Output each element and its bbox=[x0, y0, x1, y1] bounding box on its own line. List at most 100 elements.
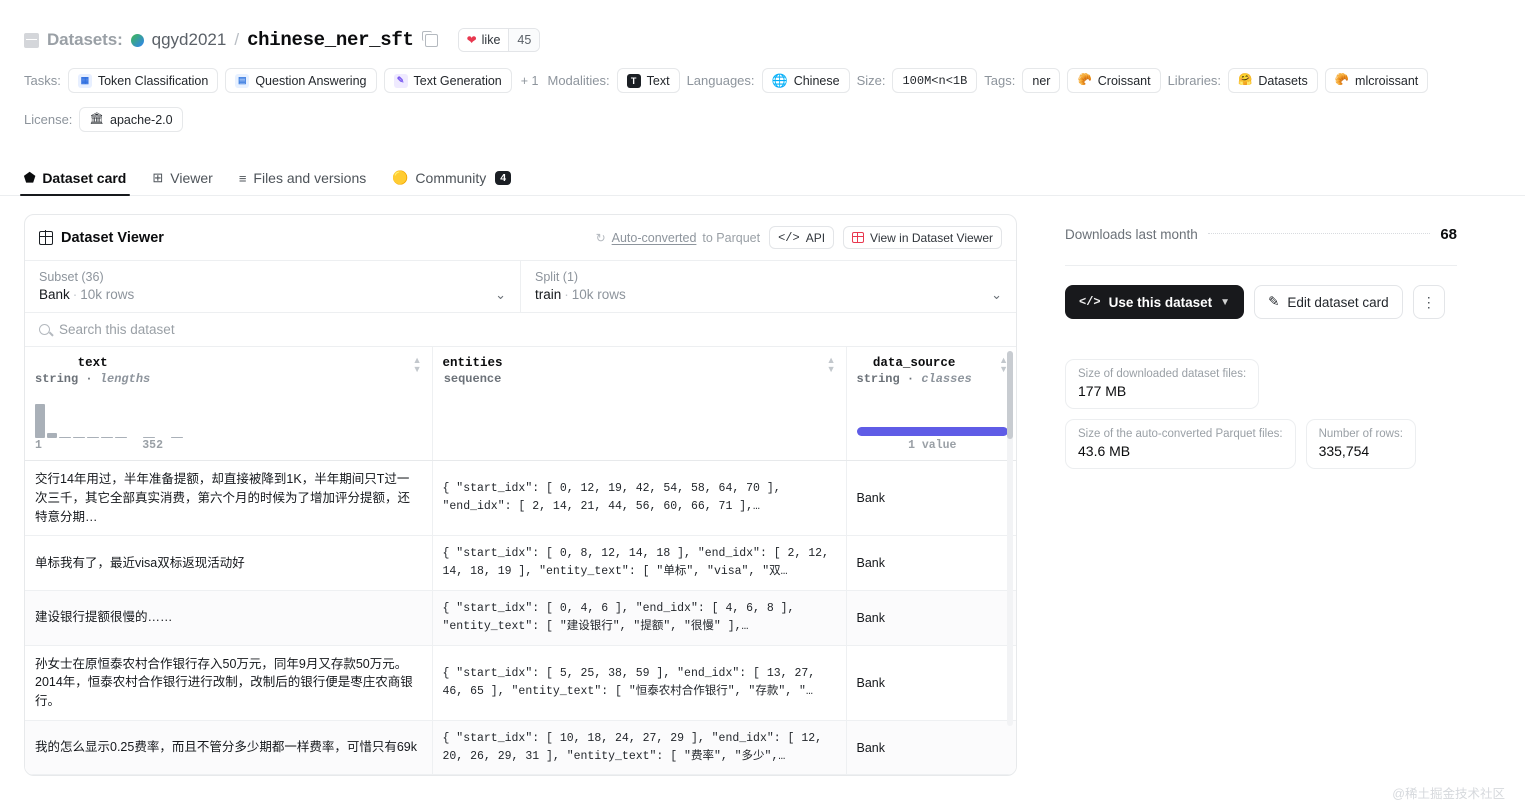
chevron-down-icon: ▼ bbox=[1220, 296, 1231, 308]
repo-name[interactable]: chinese_ner_sft bbox=[247, 29, 414, 51]
viewer-title: Dataset Viewer bbox=[38, 229, 164, 246]
datasets-label: Datasets: bbox=[47, 30, 123, 49]
like-control: ❤ like 45 bbox=[457, 28, 541, 52]
task-label: Token Classification bbox=[97, 73, 209, 88]
viewer-title-label: Dataset Viewer bbox=[61, 229, 164, 246]
cell-data-source: Bank bbox=[846, 645, 1016, 721]
task-label: Question Answering bbox=[255, 73, 367, 88]
language-pill-chinese[interactable]: 🌐 Chinese bbox=[761, 68, 850, 93]
subset-rows: 10k rows bbox=[80, 287, 135, 302]
cell-text: 利率不错，可以撸 bbox=[25, 774, 433, 775]
table-row[interactable]: 我的怎么显示0.25费率，而且不管分多少期都一样费率，可惜只有69k { "st… bbox=[25, 720, 1016, 775]
tab-dataset-card[interactable]: ⬟ Dataset card bbox=[19, 170, 131, 196]
tab-viewer[interactable]: ⊞ Viewer bbox=[152, 170, 212, 195]
column-header-entities[interactable]: entities sequence ▲ ▼ bbox=[432, 347, 847, 461]
cell-data-source: Bank bbox=[846, 720, 1016, 775]
stat-value: 177 MB bbox=[1078, 383, 1127, 399]
sort-icon[interactable]: ▲ ▼ bbox=[827, 355, 836, 375]
modality-label: Text bbox=[646, 73, 670, 88]
library-pill-datasets[interactable]: 🤗 Datasets bbox=[1228, 68, 1318, 93]
column-subtype: lengths bbox=[99, 372, 151, 386]
divider bbox=[1065, 265, 1457, 266]
hugging-face-icon: 🤗 bbox=[1238, 73, 1253, 86]
libraries-label: Libraries: bbox=[1167, 73, 1222, 88]
stat-card-number-of-rows: Number of rows: 335,754 bbox=[1305, 419, 1416, 469]
search-input[interactable]: Search this dataset bbox=[59, 322, 175, 337]
downloads-row: Downloads last month 68 bbox=[1065, 226, 1457, 243]
subset-value: Bank bbox=[39, 287, 70, 302]
like-label: like bbox=[481, 33, 501, 47]
column-header-text[interactable]: text string · lengths ▲ ▼ 1 352 bbox=[25, 347, 433, 461]
class-count-label: 1 value bbox=[908, 439, 957, 452]
globe-icon: 🌐 bbox=[771, 72, 788, 88]
search-row[interactable]: Search this dataset bbox=[25, 313, 1016, 347]
stat-key: Size of downloaded dataset files: bbox=[1078, 368, 1247, 380]
table-scroll-region: text string · lengths ▲ ▼ 1 352 entities… bbox=[25, 347, 1016, 775]
tab-bar: ⬟ Dataset card ⊞ Viewer ≡ Files and vers… bbox=[0, 158, 1525, 196]
croissant-icon: 🥐 bbox=[1077, 73, 1092, 86]
auto-converted-link[interactable]: Auto-converted bbox=[612, 231, 697, 245]
dataset-table: text string · lengths ▲ ▼ 1 352 entities… bbox=[25, 347, 1016, 775]
license-value: apache-2.0 bbox=[110, 112, 173, 127]
cell-text: 单标我有了，最近visa双标返现活动好 bbox=[25, 535, 433, 591]
split-value: train bbox=[535, 287, 562, 302]
tab-label: Dataset card bbox=[42, 170, 127, 186]
table-row[interactable]: 建设银行提额很慢的…… { "start_idx": [ 0, 4, 6 ], … bbox=[25, 590, 1016, 646]
chevron-down-icon[interactable]: ⌄ bbox=[495, 288, 506, 301]
like-button[interactable]: ❤ like bbox=[458, 29, 509, 51]
stat-key: Size of the auto-converted Parquet files… bbox=[1078, 428, 1283, 440]
stat-card-parquet-size: Size of the auto-converted Parquet files… bbox=[1065, 419, 1296, 469]
task-pill-text-generation[interactable]: ✎ Text Generation bbox=[383, 68, 512, 93]
page-body: Dataset Viewer ↻ Auto-converted to Parqu… bbox=[0, 196, 1525, 776]
use-this-dataset-button[interactable]: </> Use this dataset ▼ bbox=[1065, 285, 1245, 319]
chevron-down-icon[interactable]: ⌄ bbox=[991, 288, 1002, 301]
modalities-label: Modalities: bbox=[547, 73, 610, 88]
api-button[interactable]: </> API bbox=[769, 226, 835, 249]
sort-icon[interactable]: ▲ ▼ bbox=[413, 355, 422, 375]
tab-files-and-versions[interactable]: ≡ Files and versions bbox=[239, 170, 366, 195]
library-pill-mlcroissant[interactable]: 🥐 mlcroissant bbox=[1324, 68, 1429, 93]
license-pill[interactable]: 🏛 apache-2.0 bbox=[79, 107, 183, 132]
cell-text: 建设银行提额很慢的…… bbox=[25, 590, 433, 646]
tag-pill-croissant[interactable]: 🥐 Croissant bbox=[1067, 68, 1161, 93]
column-dtype: string bbox=[35, 372, 79, 386]
cell-data-source: Bank bbox=[846, 460, 1016, 537]
table-row[interactable]: 单标我有了，最近visa双标返现活动好 { "start_idx": [ 0, … bbox=[25, 535, 1016, 591]
column-dtype: string bbox=[856, 372, 900, 386]
tab-community[interactable]: 🟡 Community 4 bbox=[392, 170, 512, 195]
cell-entities: { "start_idx": [ 0, 12, 19, 42, 54, 58, … bbox=[432, 460, 847, 537]
tasks-label: Tasks: bbox=[24, 73, 61, 88]
split-selector[interactable]: Split (1) train · 10k rows ⌄ bbox=[521, 261, 1016, 312]
more-options-button[interactable]: ⋮ bbox=[1412, 285, 1445, 319]
column-header-data-source[interactable]: data_source string · classes ▲ ▼ 1 value bbox=[846, 347, 1016, 461]
column-name: data_source bbox=[872, 356, 956, 370]
view-in-dataset-viewer-button[interactable]: View in Dataset Viewer bbox=[843, 226, 1002, 249]
auto-converted-note[interactable]: ↻ Auto-converted to Parquet bbox=[596, 231, 761, 245]
size-pill[interactable]: 100M<n<1B bbox=[892, 68, 978, 93]
tag-pill-ner[interactable]: ner bbox=[1022, 68, 1061, 93]
text-generation-icon: ✎ bbox=[393, 73, 408, 88]
table-row[interactable]: 孙女士在原恒泰农村合作银行存入50万元，同年9月又存款50万元。2014年，恒泰… bbox=[25, 645, 1016, 721]
croissant-icon: 🥐 bbox=[1334, 73, 1350, 86]
org-link[interactable]: qgyd2021 bbox=[152, 30, 227, 50]
tasks-more[interactable]: + 1 bbox=[519, 74, 541, 88]
split-rows: 10k rows bbox=[571, 287, 626, 302]
scrollbar-thumb[interactable] bbox=[1007, 351, 1013, 439]
dataset-page: Datasets: qgyd2021 / chinese_ner_sft ❤ l… bbox=[0, 0, 1525, 810]
modality-pill-text[interactable]: T Text bbox=[616, 68, 680, 93]
task-pill-question-answering[interactable]: ▤ Question Answering bbox=[225, 68, 377, 93]
table-row[interactable]: 交行14年用过，半年准备提额，却直接被降到1K，半年期间只T过一次三千，其它全部… bbox=[25, 460, 1016, 537]
subset-selector[interactable]: Subset (36) Bank · 10k rows ⌄ bbox=[25, 261, 521, 312]
column-name: text bbox=[77, 356, 108, 370]
task-pill-token-classification[interactable]: ▦ Token Classification bbox=[67, 68, 219, 93]
table-row[interactable]: 利率不错，可以撸 { "start_idx": [ 0, 2 ], "end_i… bbox=[25, 774, 1016, 775]
language-label: Chinese bbox=[793, 73, 840, 88]
downloads-value: 68 bbox=[1440, 226, 1457, 243]
dotted-leader bbox=[1207, 232, 1431, 234]
edit-dataset-card-button[interactable]: ✎ Edit dataset card bbox=[1254, 285, 1403, 319]
cell-entities: { "start_idx": [ 0, 8, 12, 14, 18 ], "en… bbox=[432, 535, 847, 591]
viewer-actions: ↻ Auto-converted to Parquet </> API View… bbox=[596, 226, 1002, 249]
copy-icon[interactable] bbox=[422, 31, 438, 47]
cell-entities: { "start_idx": [ 5, 25, 38, 59 ], "end_i… bbox=[432, 645, 847, 721]
histogram-min: 1 bbox=[35, 439, 42, 452]
